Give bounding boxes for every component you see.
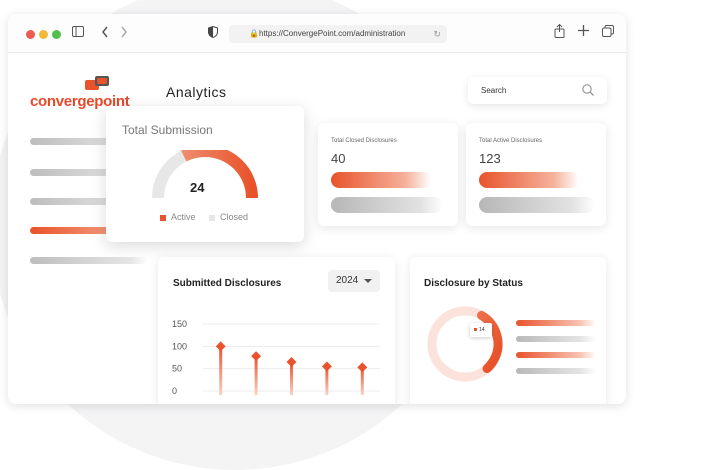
- stat-value: 123: [479, 151, 501, 166]
- stat-bar-orange: [331, 172, 431, 188]
- legend-closed: Closed: [209, 212, 248, 222]
- disclosure-status-panel: Disclosure by Status 14: [410, 257, 606, 404]
- submitted-disclosures-chart: 050100150JanFebMarAprMay: [172, 319, 380, 396]
- sidebar-item-5[interactable]: [30, 257, 148, 264]
- page-title: Analytics: [166, 84, 227, 100]
- legend-swatch-active: [160, 214, 166, 221]
- stat-label: Total Closed Disclosures: [331, 138, 397, 144]
- data-point[interactable]: [251, 351, 262, 362]
- tabs-overview-icon[interactable]: [602, 25, 614, 40]
- search-icon[interactable]: [581, 83, 595, 97]
- stat-bar-grey: [331, 197, 443, 213]
- data-point[interactable]: [321, 361, 332, 372]
- logo-icon: [85, 76, 109, 90]
- total-submission-card: Total Submission 24 Active Closed: [106, 106, 304, 242]
- browser-window: 🔒 https://ConvergePoint.com/administrati…: [8, 14, 626, 404]
- stat-label: Total Active Disclosures: [479, 138, 543, 144]
- status-donut-chart: [427, 306, 503, 382]
- legend-swatch-closed: [209, 214, 215, 221]
- legend-label: Closed: [220, 212, 249, 222]
- brand-logo-part1: converge: [30, 93, 95, 110]
- minimize-window-button[interactable]: [39, 30, 48, 39]
- url-text: https://ConvergePoint.com/administration: [259, 29, 406, 38]
- maximize-window-button[interactable]: [52, 30, 61, 39]
- status-bar-2: [516, 336, 596, 342]
- search-placeholder: Search: [481, 86, 507, 95]
- status-bar-1: [516, 320, 596, 326]
- y-tick-label: 50: [172, 364, 182, 374]
- stat-bar-orange: [479, 172, 579, 188]
- forward-icon[interactable]: [120, 26, 128, 41]
- legend-active: Active: [160, 212, 196, 222]
- data-point[interactable]: [286, 357, 297, 367]
- search-input[interactable]: Search: [468, 77, 607, 104]
- stat-bar-grey: [479, 197, 595, 213]
- stat-value: 40: [331, 151, 346, 166]
- tooltip-value: 14: [479, 327, 485, 333]
- new-tab-icon[interactable]: [578, 25, 589, 39]
- close-window-button[interactable]: [26, 30, 35, 39]
- data-stem: [219, 346, 223, 395]
- status-bar-4: [516, 368, 596, 374]
- legend-label: Active: [171, 212, 196, 222]
- share-icon[interactable]: [554, 23, 565, 41]
- reload-icon[interactable]: ↻: [433, 25, 441, 43]
- submitted-disclosures-panel: Submitted Disclosures 2024 050100150JanF…: [158, 257, 395, 404]
- status-bar-3: [516, 352, 596, 358]
- panel-title: Disclosure by Status: [424, 278, 523, 289]
- stat-card-closed: Total Closed Disclosures 40: [318, 123, 458, 226]
- data-stem: [254, 356, 258, 395]
- address-bar[interactable]: 🔒 https://ConvergePoint.com/administrati…: [229, 25, 447, 43]
- data-stem: [290, 361, 293, 395]
- tooltip-swatch: [474, 328, 477, 332]
- data-point[interactable]: [357, 362, 368, 373]
- y-tick-label: 150: [172, 319, 187, 329]
- total-submission-value: 24: [190, 180, 205, 195]
- data-point[interactable]: [215, 341, 226, 352]
- total-submission-gauge: [152, 150, 258, 199]
- back-icon[interactable]: [101, 26, 109, 41]
- y-tick-label: 0: [172, 386, 177, 396]
- status-tooltip: 14: [470, 323, 492, 337]
- lock-icon: 🔒: [249, 29, 259, 38]
- y-tick-label: 100: [172, 341, 187, 351]
- stat-card-active: Total Active Disclosures 123: [466, 123, 606, 226]
- shield-icon[interactable]: [208, 25, 218, 41]
- browser-toolbar: 🔒 https://ConvergePoint.com/administrati…: [8, 14, 626, 53]
- sidebar-toggle-icon[interactable]: [72, 26, 84, 40]
- total-submission-title: Total Submission: [122, 123, 213, 137]
